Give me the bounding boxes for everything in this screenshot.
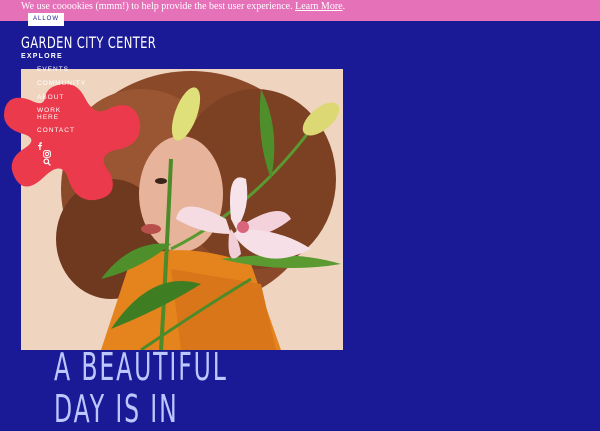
nav-item-work-here[interactable]: WORK HERE: [37, 107, 65, 121]
nav-item-events[interactable]: EVENTS: [37, 66, 69, 73]
allow-cookies-button[interactable]: ALLOW: [28, 13, 64, 26]
hero-headline: A BEAUTIFUL DAY IS IN: [54, 346, 240, 430]
cookie-period: .: [342, 1, 346, 12]
decorative-blob: [4, 83, 141, 201]
nav-item-about[interactable]: ABOUT: [37, 94, 64, 101]
site-logo[interactable]: GARDEN CITY CENTER: [21, 33, 156, 52]
learn-more-link[interactable]: Learn More: [295, 1, 342, 12]
nav-item-community[interactable]: COMMUNITY: [37, 80, 86, 87]
hero-headline-line1: A BEAUTIFUL: [54, 345, 228, 389]
search-icon[interactable]: [43, 153, 51, 171]
cookie-message: We use cooookies (mmm!) to help provide …: [21, 1, 345, 13]
nav-item-contact[interactable]: CONTACT: [37, 127, 75, 134]
cookie-message-text: We use cooookies (mmm!) to help provide …: [21, 1, 293, 12]
cookie-banner: We use cooookies (mmm!) to help provide …: [0, 0, 600, 26]
explore-menu-toggle[interactable]: EXPLORE: [21, 53, 63, 60]
hero-headline-line2: DAY IS IN: [54, 387, 179, 431]
